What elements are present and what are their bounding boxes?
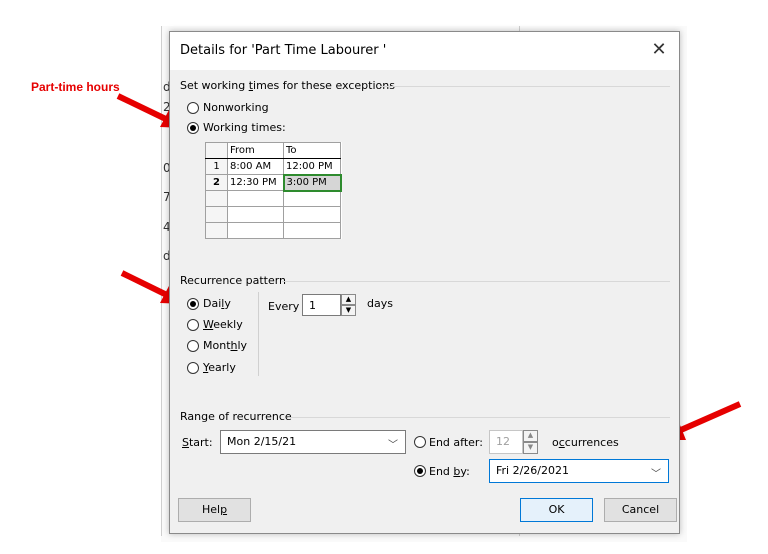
recurrence-group-label: Recurrence pattern (180, 274, 287, 287)
start-date-select[interactable]: Mon 2/15/21 ﹀ (220, 430, 406, 454)
weekly-label: Weekly (203, 318, 243, 331)
spin-down-icon[interactable]: ▼ (523, 442, 538, 454)
row-number[interactable] (205, 190, 228, 207)
from-cell[interactable] (227, 222, 284, 239)
from-cell[interactable]: 12:30 PM (227, 174, 284, 191)
every-input[interactable]: 1 (302, 294, 341, 316)
chevron-down-icon: ﹀ (388, 440, 398, 451)
to-cell[interactable]: 12:00 PM (283, 158, 341, 175)
daily-radio[interactable] (187, 298, 199, 310)
from-cell[interactable] (227, 206, 284, 223)
to-cell[interactable] (283, 222, 341, 239)
table-row: 2 12:30 PM 3:00 PM (205, 173, 342, 192)
daily-label: Daily (203, 297, 231, 310)
end-by-date-select[interactable]: Fri 2/26/2021 ﹀ (489, 459, 669, 483)
help-button[interactable]: Help (178, 498, 251, 522)
range-group-label: Range of recurrence (180, 410, 292, 423)
occurrences-label: occurrences (552, 436, 619, 449)
from-cell[interactable] (227, 190, 284, 207)
start-date-value: Mon 2/15/21 (227, 435, 297, 448)
spin-up-icon[interactable]: ▲ (523, 430, 538, 442)
chevron-down-icon: ﹀ (651, 469, 661, 480)
close-icon[interactable]: ✕ (648, 39, 670, 61)
nonworking-radio[interactable] (187, 102, 199, 114)
table-header-row: From To (205, 142, 341, 159)
group-separator (380, 86, 670, 87)
weekly-radio[interactable] (187, 319, 199, 331)
dialog-title: Details for 'Part Time Labourer ' (180, 43, 387, 58)
row-header-corner (205, 142, 228, 159)
to-cell[interactable] (283, 190, 341, 207)
days-label: days (367, 297, 393, 310)
table-row (205, 190, 341, 207)
spin-up-icon[interactable]: ▲ (341, 294, 356, 305)
group-separator (288, 417, 670, 418)
column-header-to: To (283, 142, 341, 159)
working-times-radio[interactable] (187, 122, 199, 134)
cancel-button[interactable]: Cancel (604, 498, 677, 522)
row-number[interactable] (205, 222, 228, 239)
end-after-label: End after: (429, 436, 483, 449)
start-label: Start: (182, 436, 213, 449)
table-row (205, 206, 341, 223)
row-number[interactable]: 1 (205, 158, 228, 175)
end-after-radio[interactable] (414, 436, 426, 448)
end-by-label: End by: (429, 465, 470, 478)
table-row (205, 222, 341, 239)
row-number[interactable] (205, 206, 228, 223)
yearly-radio[interactable] (187, 362, 199, 374)
working-times-table[interactable]: From To 1 8:00 AM 12:00 PM 2 12:30 PM 3:… (205, 142, 342, 239)
end-by-radio[interactable] (414, 465, 426, 477)
end-by-date-value: Fri 2/26/2021 (496, 464, 570, 477)
to-cell[interactable] (283, 206, 341, 223)
monthly-radio[interactable] (187, 340, 199, 352)
exceptions-group-label: Set working times for these exceptions (180, 79, 395, 92)
yearly-label: Yearly (203, 361, 236, 374)
ok-button[interactable]: OK (520, 498, 593, 522)
spin-down-icon[interactable]: ▼ (341, 305, 356, 316)
group-separator (282, 281, 670, 282)
occurrences-input[interactable]: 12 (489, 430, 523, 454)
details-dialog: Details for 'Part Time Labourer ' ✕ Set … (169, 31, 680, 534)
column-header-from: From (227, 142, 284, 159)
monthly-label: Monthly (203, 339, 248, 352)
working-times-label: Working times: (203, 121, 286, 134)
title-bar: Details for 'Part Time Labourer ' ✕ (170, 32, 679, 70)
every-label: Every (268, 300, 300, 313)
row-number[interactable]: 2 (205, 174, 228, 191)
from-cell[interactable]: 8:00 AM (227, 158, 284, 175)
nonworking-label: Nonworking (203, 101, 269, 114)
to-cell-selected[interactable]: 3:00 PM (282, 173, 342, 192)
recurrence-divider (258, 292, 259, 376)
table-row: 1 8:00 AM 12:00 PM (205, 158, 341, 175)
